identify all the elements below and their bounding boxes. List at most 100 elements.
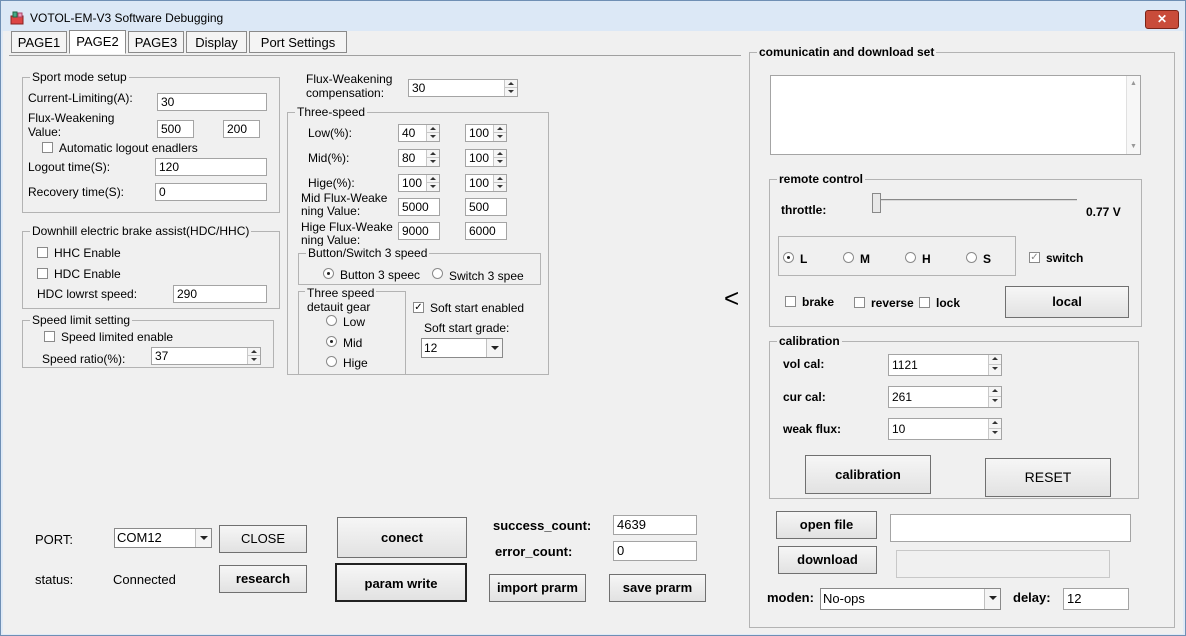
log-textarea[interactable]: ▲ ▼ [770,75,1141,155]
window-close-button[interactable]: ✕ [1145,10,1179,29]
local-button[interactable]: local [1005,286,1129,318]
close-port-button[interactable]: CLOSE [219,525,307,553]
file-path-input[interactable] [890,514,1131,542]
logout-time-label: Logout time(S): [28,160,111,174]
gear-low-label: Low [343,315,366,329]
mid-input-2[interactable]: 100 [465,149,507,167]
flux-weakening-input-1[interactable]: 500 [157,120,194,138]
throttle-slider[interactable] [872,193,1077,219]
param-write-button[interactable]: param write [335,563,467,602]
logout-time-input[interactable]: 120 [155,158,267,176]
soft-start-checkbox[interactable]: ✓ [413,302,424,313]
port-select[interactable]: COM12 [114,528,212,548]
delay-input[interactable]: 12 [1063,588,1129,610]
hige-input-1[interactable]: 100 [398,174,440,192]
current-limiting-input[interactable]: 30 [157,93,267,111]
moden-select[interactable]: No-ops [820,588,1001,610]
low-spinner-2[interactable] [493,125,506,141]
tab-page1[interactable]: PAGE1 [11,31,67,53]
tab-page3[interactable]: PAGE3 [128,31,184,53]
flux-weakening-input-2[interactable]: 200 [223,120,260,138]
open-file-button[interactable]: open file [776,511,877,539]
hige-spinner-1[interactable] [426,175,439,191]
auto-logout-checkbox[interactable] [42,142,53,153]
chevron-down-icon[interactable] [984,589,1000,609]
soft-start-grade-select[interactable]: 12 [421,338,503,358]
mode-s-radio[interactable] [966,252,977,263]
flux-comp-spinner[interactable] [504,80,517,96]
hdc-enable-checkbox[interactable] [37,268,48,279]
lock-checkbox[interactable] [919,297,930,308]
mode-h-radio[interactable] [905,252,916,263]
connect-button[interactable]: conect [337,517,467,558]
switch-3speed-radio[interactable] [432,268,443,279]
cur-cal-label: cur cal: [783,390,826,404]
mode-m-radio[interactable] [843,252,854,263]
flux-comp-input[interactable]: 30 [408,79,518,97]
import-param-button[interactable]: import prarm [489,574,586,602]
cur-cal-spinner[interactable] [988,387,1001,407]
log-scrollbar[interactable]: ▲ ▼ [1126,76,1140,154]
soft-start-grade-label: Soft start grade: [424,321,510,335]
low-input-1[interactable]: 40 [398,124,440,142]
speed-limit-group: Speed limit setting Speed limited enable… [22,313,274,368]
mid-flux-input-1[interactable]: 5000 [398,198,440,216]
speed-ratio-spinner[interactable] [247,348,260,364]
hige-input-2[interactable]: 100 [465,174,507,192]
reset-button[interactable]: RESET [985,458,1111,497]
soft-start-label: Soft start enabled [430,301,525,315]
gear-hige-radio[interactable] [326,356,337,367]
calibration-button[interactable]: calibration [805,455,931,494]
weak-flux-value: 10 [892,422,906,436]
recovery-time-input[interactable]: 0 [155,183,267,201]
reverse-checkbox[interactable] [854,297,865,308]
tab-port-settings[interactable]: Port Settings [249,31,347,53]
download-button[interactable]: download [778,546,877,574]
weak-flux-input[interactable]: 10 [888,418,1002,440]
tab-display[interactable]: Display [186,31,247,53]
chevron-down-icon[interactable] [195,529,211,547]
error-count-input[interactable]: 0 [613,541,697,561]
scroll-up-icon[interactable]: ▲ [1130,80,1137,87]
vol-cal-spinner[interactable] [988,355,1001,375]
tab-page2[interactable]: PAGE2 [69,30,126,54]
mid-input-1[interactable]: 80 [398,149,440,167]
hige-flux-input-2[interactable]: 6000 [465,222,507,240]
throttle-thumb[interactable] [872,193,881,213]
save-param-button[interactable]: save prarm [609,574,706,602]
soft-start-grade-value: 12 [424,341,438,355]
mid-flux-label-2: ning Value: [301,204,361,218]
speed-ratio-input[interactable]: 37 [151,347,261,365]
speed-limited-checkbox[interactable] [44,331,55,342]
collapse-panel-arrow[interactable]: < [724,283,739,313]
brake-checkbox[interactable] [785,296,796,307]
mode-s-label: S [983,252,992,266]
research-button[interactable]: research [219,565,307,593]
mid-flux-input-2[interactable]: 500 [465,198,507,216]
downhill-group: Downhill electric brake assist(HDC/HHC) … [22,224,280,309]
vol-cal-input[interactable]: 1121 [888,354,1002,376]
gear-low-radio[interactable] [326,315,337,326]
hige-flux-input-1[interactable]: 9000 [398,222,440,240]
mid-spinner-2[interactable] [493,150,506,166]
error-count-label: error_count: [495,544,573,559]
switch-checkbox[interactable]: ✓ [1029,252,1040,263]
speed-limited-label: Speed limited enable [61,330,174,344]
cur-cal-input[interactable]: 261 [888,386,1002,408]
low-input-2[interactable]: 100 [465,124,507,142]
mid-spinner-1[interactable] [426,150,439,166]
hige-spinner-2[interactable] [493,175,506,191]
weak-flux-spinner[interactable] [988,419,1001,439]
success-count-input[interactable]: 4639 [613,515,697,535]
mode-l-radio[interactable] [783,252,794,263]
gear-mid-radio[interactable] [326,336,337,347]
hdc-lowest-speed-input[interactable]: 290 [173,285,267,303]
throttle-track [872,199,1077,201]
low-value-1: 40 [402,126,416,140]
hhc-enable-checkbox[interactable] [37,247,48,258]
scroll-down-icon[interactable]: ▼ [1130,143,1137,150]
low-spinner-1[interactable] [426,125,439,141]
remote-control-legend: remote control [777,172,866,186]
button-3speed-radio[interactable] [323,268,334,279]
chevron-down-icon[interactable] [486,339,502,357]
